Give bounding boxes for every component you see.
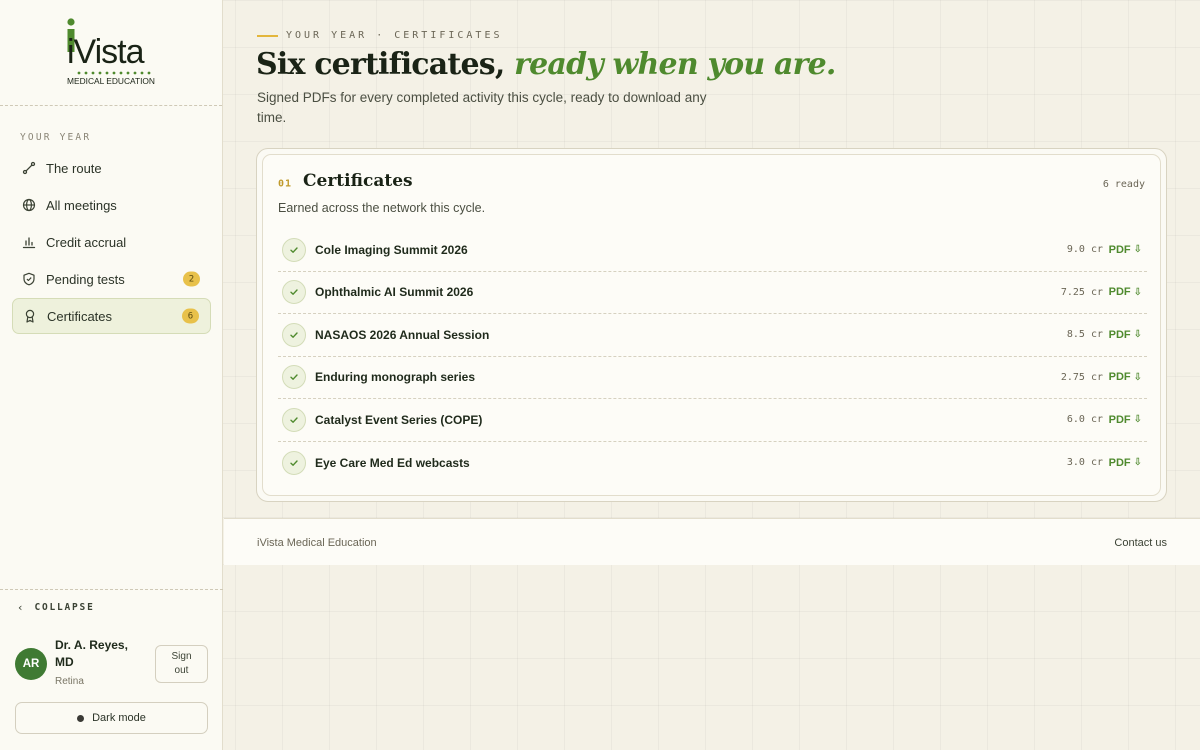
certificate-credits: 8.5 cr	[1066, 329, 1103, 341]
page-footer: iVista Medical Education Contact us	[224, 518, 1200, 565]
certificate-title: Eye Care Med Ed webcasts	[315, 455, 470, 470]
eyebrow-text: YOUR YEAR · CERTIFICATES	[286, 30, 503, 41]
sidebar-item-label: Certificates	[47, 308, 113, 324]
check-icon	[282, 237, 306, 262]
download-arrow-icon: ⇩	[1133, 371, 1142, 383]
table-row: Cole Imaging Summit 2026 9.0 cr PDF ⇩	[278, 229, 1147, 272]
footer-brand: iVista Medical Education	[257, 537, 377, 549]
certificates-card: 01 Certificates 6 ready Earned across th…	[256, 148, 1167, 502]
pdf-download-link[interactable]: PDF ⇩	[1109, 286, 1142, 298]
chevron-left-icon: ‹	[17, 601, 26, 614]
contact-us-link[interactable]: Contact us	[1114, 537, 1167, 549]
page-title-plain: Six certificates,	[256, 47, 515, 82]
certificate-credits: 7.25 cr	[1060, 286, 1103, 298]
check-icon	[282, 280, 306, 305]
certificate-title: Ophthalmic AI Summit 2026	[315, 285, 474, 300]
sidebar-section-label: YOUR YEAR	[20, 132, 92, 143]
pdf-download-link[interactable]: PDF ⇩	[1109, 457, 1142, 469]
pdf-label: PDF	[1108, 286, 1131, 299]
sidebar-item-label: Pending tests	[46, 271, 125, 287]
certificate-credits: 6.0 cr	[1066, 414, 1103, 426]
pdf-label: PDF	[1108, 328, 1131, 341]
certificates-card-inner: 01 Certificates 6 ready Earned across th…	[262, 154, 1161, 496]
pdf-download-link[interactable]: PDF ⇩	[1109, 371, 1142, 383]
table-row: Eye Care Med Ed webcasts 3.0 cr PDF ⇩	[278, 442, 1147, 485]
logo-word: iVista	[67, 33, 145, 71]
shield-icon	[22, 272, 36, 286]
sidebar-footer: ‹ COLLAPSE AR Dr. A. Reyes, MD Retina Si…	[0, 589, 223, 750]
ivista-logo[interactable]: iVista MEDICAL EDUCATION	[63, 17, 159, 89]
card-number: 01	[278, 178, 293, 190]
download-arrow-icon: ⇩	[1133, 329, 1142, 341]
sidebar: iVista MEDICAL EDUCATION YOUR YEAR The r…	[0, 0, 223, 750]
eyebrow-rule	[257, 34, 278, 37]
card-subtitle: Earned across the network this cycle.	[278, 201, 486, 215]
pdf-label: PDF	[1108, 413, 1131, 426]
sidebar-item-label: All meetings	[46, 197, 117, 213]
pdf-label: PDF	[1108, 243, 1131, 256]
route-icon	[22, 161, 36, 175]
page-title-accent: ready when you are.	[514, 47, 836, 82]
table-row: Ophthalmic AI Summit 2026 7.25 cr PDF ⇩	[278, 272, 1147, 314]
award-icon	[23, 309, 37, 323]
page-title: Six certificates, ready when you are.	[256, 47, 836, 82]
globe-icon	[22, 198, 36, 212]
logo-area: iVista MEDICAL EDUCATION	[0, 0, 222, 106]
sidebar-nav: The route All meetings Credit accrual Pe…	[12, 150, 211, 335]
dark-mode-toggle[interactable]: Dark mode	[15, 702, 208, 734]
collapse-label: COLLAPSE	[34, 602, 95, 613]
certificate-title: Cole Imaging Summit 2026	[315, 242, 468, 257]
download-arrow-icon: ⇩	[1133, 286, 1142, 298]
sidebar-item-certificates[interactable]: Certificates 6	[12, 298, 211, 334]
certificate-credits: 2.75 cr	[1060, 371, 1103, 383]
sidebar-item-label: Credit accrual	[46, 234, 127, 250]
sidebar-item-label: The route	[46, 160, 102, 176]
certificates-count-badge: 6	[182, 308, 199, 324]
certificate-credits: 9.0 cr	[1066, 244, 1103, 256]
check-icon	[282, 450, 306, 475]
avatar[interactable]: AR	[15, 648, 47, 680]
table-row: Enduring monograph series 2.75 cr PDF ⇩	[278, 357, 1147, 399]
pdf-download-link[interactable]: PDF ⇩	[1109, 329, 1142, 341]
dark-mode-dot-icon	[77, 714, 85, 722]
download-arrow-icon: ⇩	[1133, 414, 1142, 426]
certificate-title: NASAOS 2026 Annual Session	[315, 327, 490, 342]
sidebar-item-all-meetings[interactable]: All meetings	[12, 187, 211, 223]
pdf-download-link[interactable]: PDF ⇩	[1109, 244, 1142, 256]
user-specialty: Retina	[55, 676, 84, 687]
download-arrow-icon: ⇩	[1133, 244, 1142, 256]
ready-count: 6 ready	[1102, 179, 1145, 190]
collapse-button[interactable]: ‹ COLLAPSE	[17, 601, 95, 614]
pdf-download-link[interactable]: PDF ⇩	[1109, 414, 1142, 426]
certificate-credits: 3.0 cr	[1066, 457, 1103, 469]
certificate-list: Cole Imaging Summit 2026 9.0 cr PDF ⇩ Oph…	[278, 229, 1147, 484]
logo-tagline: MEDICAL EDUCATION	[67, 76, 155, 86]
sidebar-item-pending-tests[interactable]: Pending tests 2	[12, 261, 211, 297]
user-name: Dr. A. Reyes, MD	[55, 638, 128, 669]
sidebar-item-credit-accrual[interactable]: Credit accrual	[12, 224, 211, 260]
pdf-label: PDF	[1108, 371, 1131, 384]
check-icon	[282, 322, 306, 347]
bar-chart-icon	[22, 235, 36, 249]
eyebrow: YOUR YEAR · CERTIFICATES	[257, 30, 503, 41]
check-icon	[282, 365, 306, 390]
pdf-label: PDF	[1108, 456, 1131, 469]
card-title: Certificates	[303, 171, 413, 191]
pending-count-badge: 2	[183, 271, 200, 287]
certificate-title: Enduring monograph series	[315, 370, 476, 385]
download-arrow-icon: ⇩	[1133, 457, 1142, 469]
certificate-title: Catalyst Event Series (COPE)	[315, 412, 483, 427]
table-row: NASAOS 2026 Annual Session 8.5 cr PDF ⇩	[278, 314, 1147, 357]
page-subtitle: Signed PDFs for every completed activity…	[257, 90, 707, 125]
sign-out-button[interactable]: Sign out	[155, 645, 208, 683]
user-card: AR Dr. A. Reyes, MD Retina Sign out	[15, 636, 210, 692]
dark-mode-label: Dark mode	[92, 712, 146, 724]
sidebar-item-the-route[interactable]: The route	[12, 150, 211, 186]
table-row: Catalyst Event Series (COPE) 6.0 cr PDF ⇩	[278, 399, 1147, 442]
check-icon	[282, 407, 306, 432]
